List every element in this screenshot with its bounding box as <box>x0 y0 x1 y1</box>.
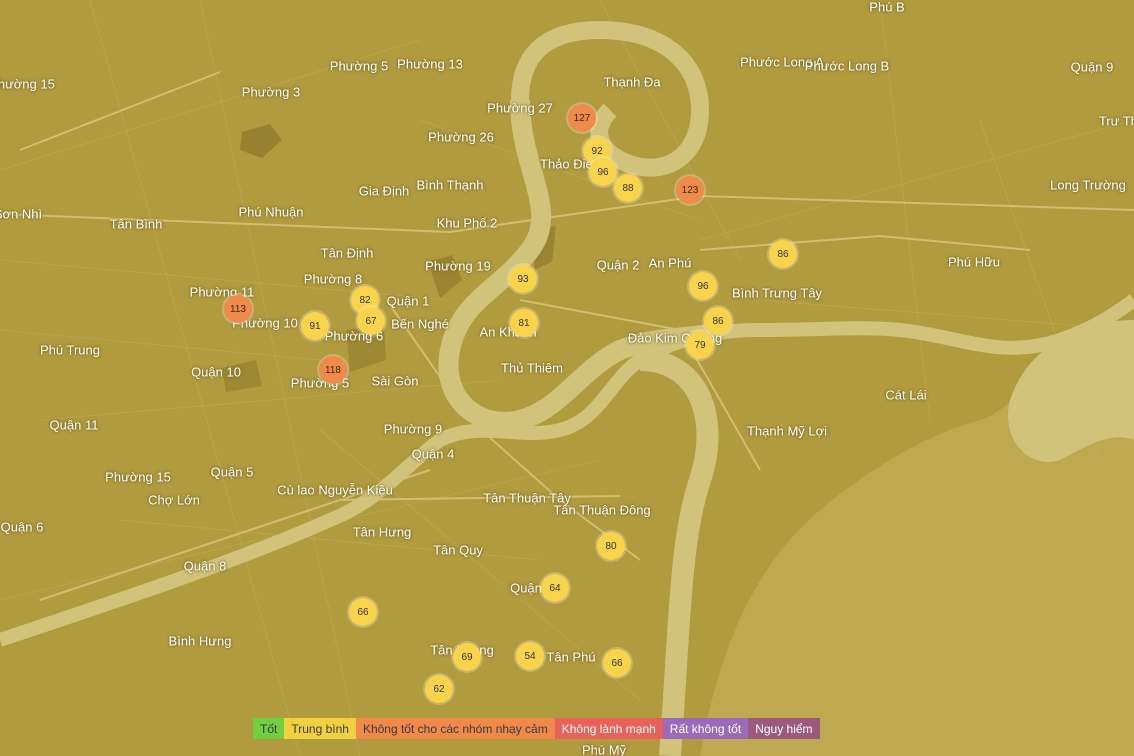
map-base <box>0 0 1134 756</box>
aqi-marker[interactable]: 80 <box>597 532 625 560</box>
legend-item[interactable]: Không lành mạnh <box>554 718 663 739</box>
aqi-marker[interactable]: 96 <box>689 272 717 300</box>
aqi-marker[interactable]: 69 <box>453 643 481 671</box>
legend-item[interactable]: Trung bình <box>284 718 356 739</box>
aqi-marker[interactable]: 79 <box>686 331 714 359</box>
aqi-marker[interactable]: 96 <box>589 158 617 186</box>
legend-item[interactable]: Không tốt cho các nhóm nhạy cảm <box>355 718 555 739</box>
aqi-marker[interactable]: 127 <box>568 104 596 132</box>
legend-item[interactable]: Tốt <box>253 718 285 739</box>
aqi-legend: Tốt Trung bình Không tốt cho các nhóm nhạy… <box>253 718 820 739</box>
legend-item[interactable]: Nguy hiểm <box>748 718 820 739</box>
aqi-marker[interactable]: 93 <box>509 265 537 293</box>
aqi-marker[interactable]: 64 <box>541 574 569 602</box>
map-canvas[interactable]: Phú B Phước Long A Phước Long B Quận 9 Trư T… <box>0 0 1134 756</box>
aqi-marker[interactable]: 62 <box>425 675 453 703</box>
aqi-marker[interactable]: 113 <box>224 295 252 323</box>
aqi-marker[interactable]: 118 <box>319 356 347 384</box>
aqi-marker[interactable]: 67 <box>357 307 385 335</box>
legend-item[interactable]: Rất không tốt <box>662 718 749 739</box>
aqi-marker[interactable]: 66 <box>349 598 377 626</box>
aqi-marker[interactable]: 81 <box>510 309 538 337</box>
aqi-marker[interactable]: 54 <box>516 642 544 670</box>
aqi-marker[interactable]: 123 <box>676 176 704 204</box>
aqi-marker[interactable]: 88 <box>614 174 642 202</box>
aqi-marker[interactable]: 91 <box>301 312 329 340</box>
aqi-marker[interactable]: 66 <box>603 649 631 677</box>
aqi-marker[interactable]: 86 <box>769 240 797 268</box>
aqi-marker[interactable]: 86 <box>704 307 732 335</box>
